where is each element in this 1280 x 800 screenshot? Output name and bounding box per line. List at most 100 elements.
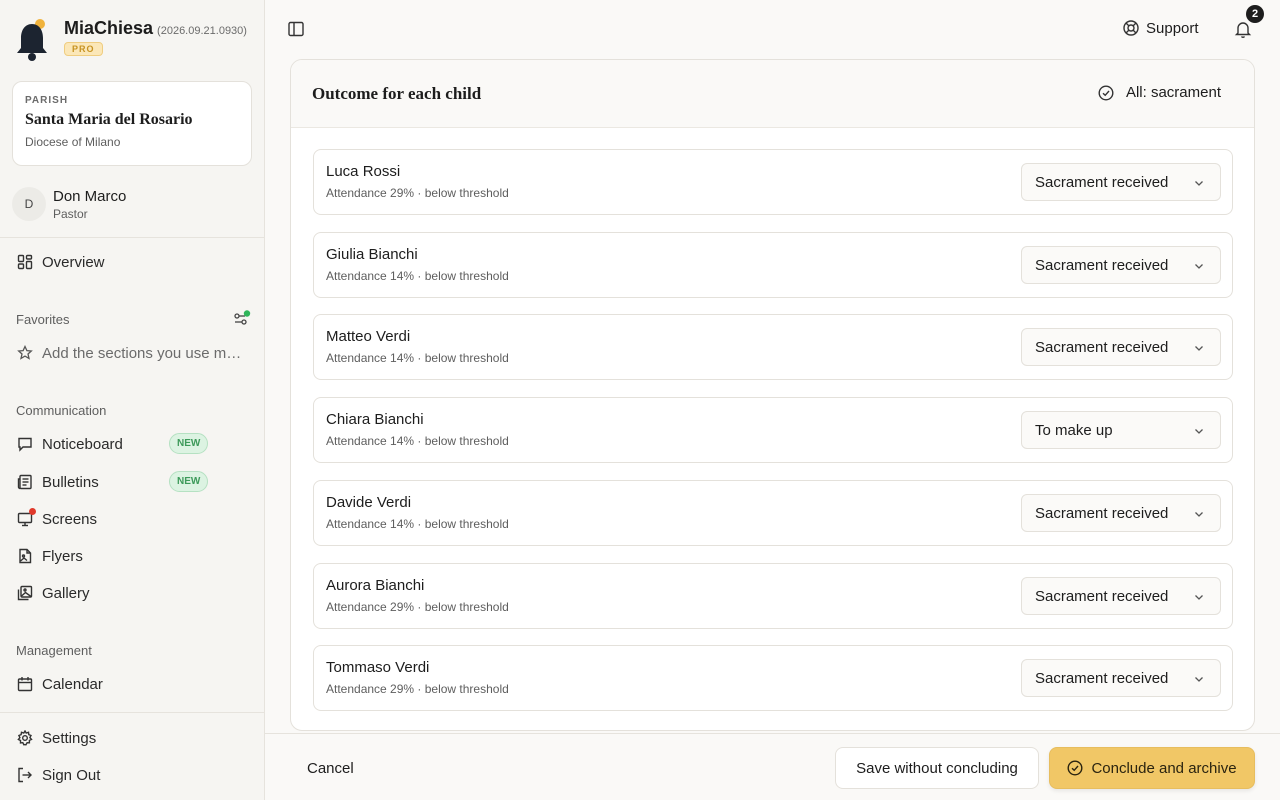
conclude-and-archive-button[interactable]: Conclude and archive: [1049, 747, 1255, 789]
sidebar: MiaChiesa (2026.09.21.0930) PRO PARISH Sa…: [0, 0, 265, 800]
child-name: Matteo Verdi: [326, 328, 411, 345]
monitor-icon: [16, 508, 36, 528]
manage-favorites-icon[interactable]: [233, 310, 251, 328]
chevron-down-icon: [1195, 346, 1203, 351]
child-row: Tommaso Verdi Attendance 29% · below thr…: [313, 645, 1233, 711]
outcome-value: Sacrament received: [1035, 669, 1169, 687]
new-badge: NEW: [169, 471, 209, 492]
bell-logo-icon: [14, 18, 50, 62]
panel-header: Outcome for each child All: sacrament: [291, 60, 1254, 128]
alert-dot: [29, 508, 36, 515]
sidebar-item-settings[interactable]: Settings: [16, 726, 248, 750]
user-role: Pastor: [53, 206, 88, 221]
outcome-value: Sacrament received: [1035, 338, 1169, 356]
sidebar-item-bulletins[interactable]: Bulletins: [16, 470, 248, 494]
child-name: Davide Verdi: [326, 494, 412, 511]
new-badge: NEW: [169, 433, 209, 454]
save-without-concluding-button[interactable]: Save without concluding: [835, 747, 1039, 789]
sidebar-item-flyers[interactable]: Flyers: [16, 544, 248, 568]
favorites-hint[interactable]: Add the sections you use most: [16, 341, 248, 365]
parish-diocese: Diocese of Milano: [25, 135, 121, 149]
star-icon: [16, 344, 34, 362]
child-attendance: Attendance 29% · below threshold: [326, 682, 509, 696]
child-attendance: Attendance 14% · below threshold: [326, 434, 509, 448]
chevron-down-icon: [1195, 264, 1203, 269]
sidebar-item-label: Sign Out: [42, 766, 101, 784]
parish-card[interactable]: PARISH Santa Maria del Rosario Diocese o…: [12, 81, 252, 166]
sidebar-item-label: Gallery: [42, 584, 90, 602]
sidebar-item-label: Overview: [42, 253, 105, 271]
sidebar-toggle-icon[interactable]: [287, 20, 305, 38]
set-all-label: All: sacrament: [1125, 84, 1221, 101]
sidebar-item-overview[interactable]: Overview: [16, 250, 248, 274]
outcome-value: To make up: [1035, 421, 1113, 439]
chevron-down-icon: [1195, 677, 1203, 682]
outcome-select[interactable]: Sacrament received: [1021, 577, 1221, 615]
sidebar-item-label: Settings: [42, 729, 97, 747]
favorites-hint-text: Add the sections you use most: [42, 344, 246, 362]
brand[interactable]: MiaChiesa (2026.09.21.0930) PRO: [14, 18, 247, 62]
check-circle-icon: [1067, 760, 1083, 776]
child-attendance: Attendance 14% · below threshold: [326, 351, 509, 365]
newspaper-icon: [16, 473, 34, 491]
outcome-select[interactable]: Sacrament received: [1021, 328, 1221, 366]
conclude-label: Conclude and archive: [1091, 759, 1237, 777]
child-row: Aurora Bianchi Attendance 29% · below th…: [313, 563, 1233, 629]
outcome-select[interactable]: Sacrament received: [1021, 163, 1221, 201]
sidebar-item-noticeboard[interactable]: Noticeboard: [16, 432, 248, 456]
calendar-icon: [16, 675, 34, 693]
gear-icon: [16, 729, 34, 747]
sidebar-item-gallery[interactable]: Gallery: [16, 581, 248, 605]
parish-label: PARISH: [25, 95, 69, 106]
sidebar-divider: [0, 237, 264, 238]
child-attendance: Attendance 14% · below threshold: [326, 269, 509, 283]
panel-title: Outcome for each child: [312, 84, 482, 103]
sidebar-item-signout[interactable]: Sign Out: [16, 763, 248, 787]
child-name: Aurora Bianchi: [326, 577, 425, 594]
user-profile[interactable]: D Don Marco Pastor: [12, 187, 126, 221]
sidebar-item-label: Bulletins: [42, 473, 99, 491]
message-icon: [16, 435, 34, 453]
outcome-panel: Outcome for each child All: sacrament Lu…: [290, 59, 1255, 731]
grid-icon: [16, 253, 34, 271]
child-row: Chiara Bianchi Attendance 14% · below th…: [313, 397, 1233, 463]
sidebar-divider: [0, 712, 264, 713]
child-row: Giulia Bianchi Attendance 14% · below th…: [313, 232, 1233, 298]
child-name: Luca Rossi: [326, 163, 401, 180]
user-name: Don Marco: [53, 187, 127, 205]
app-version: (2026.09.21.0930): [157, 25, 247, 37]
pro-badge: PRO: [64, 42, 103, 56]
images-icon: [16, 584, 34, 602]
check-circle-icon: [1098, 84, 1114, 101]
support-label: Support: [1146, 19, 1199, 37]
sidebar-item-screens[interactable]: Screens: [16, 507, 248, 531]
cancel-button[interactable]: Cancel: [291, 748, 370, 788]
outcome-select[interactable]: To make up: [1021, 411, 1221, 449]
communication-title: Communication: [16, 403, 107, 418]
outcome-value: Sacrament received: [1035, 173, 1169, 191]
child-row: Davide Verdi Attendance 14% · below thre…: [313, 480, 1233, 546]
file-image-icon: [16, 547, 34, 565]
app-name: MiaChiesa: [64, 18, 154, 38]
outcome-select[interactable]: Sacrament received: [1021, 494, 1221, 532]
chevron-down-icon: [1195, 595, 1203, 600]
support-button[interactable]: Support: [1122, 19, 1199, 37]
lifebuoy-icon: [1122, 19, 1140, 37]
notification-count-badge: 2: [1246, 5, 1264, 23]
set-all-sacrament-button[interactable]: All: sacrament: [1098, 84, 1221, 101]
sidebar-item-label: Noticeboard: [42, 435, 123, 453]
sidebar-item-calendar[interactable]: Calendar: [16, 672, 248, 696]
child-attendance: Attendance 29% · below threshold: [326, 600, 509, 614]
child-attendance: Attendance 29% · below threshold: [326, 186, 509, 200]
outcome-select[interactable]: Sacrament received: [1021, 659, 1221, 697]
child-name: Giulia Bianchi: [326, 246, 418, 263]
outcome-value: Sacrament received: [1035, 256, 1169, 274]
child-row: Luca Rossi Attendance 29% · below thresh…: [313, 149, 1233, 215]
outcome-value: Sacrament received: [1035, 504, 1169, 522]
outcome-value: Sacrament received: [1035, 587, 1169, 605]
sidebar-item-label: Calendar: [42, 675, 103, 693]
child-name: Chiara Bianchi: [326, 411, 424, 428]
favorites-title: Favorites: [16, 312, 70, 327]
avatar: D: [12, 187, 46, 221]
outcome-select[interactable]: Sacrament received: [1021, 246, 1221, 284]
